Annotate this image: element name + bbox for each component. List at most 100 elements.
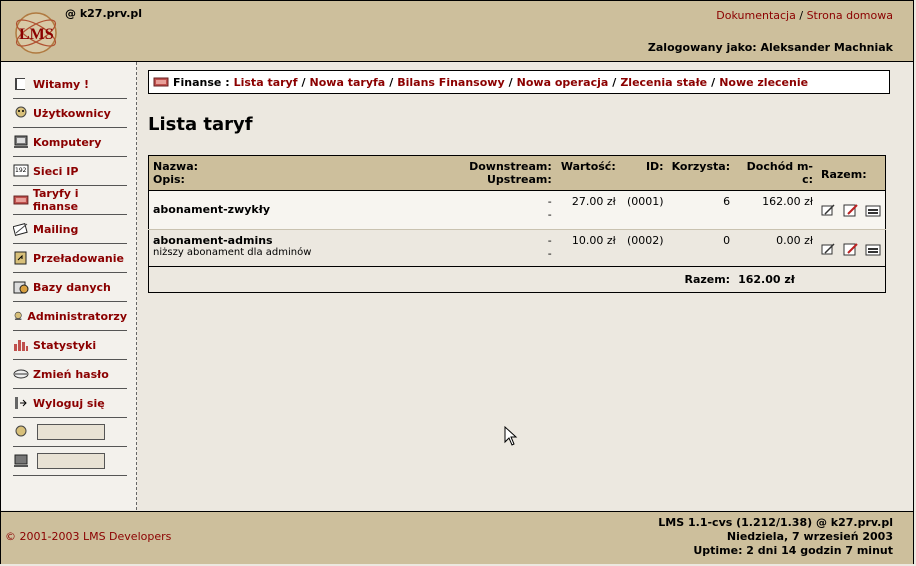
col-total-header: Razem: xyxy=(817,155,886,191)
tariff-income: 162.00 zł xyxy=(734,190,817,230)
sidebar-item-ip-networks[interactable]: 192 Sieci IP xyxy=(13,157,127,186)
host-name: @ k27.prv.pl xyxy=(65,7,143,20)
upstream-value: - xyxy=(547,208,552,221)
tariff-name: abonament-zwykły xyxy=(153,203,270,216)
edit-icon[interactable] xyxy=(843,203,859,217)
print-icon[interactable] xyxy=(865,242,881,256)
breadcrumb-standing-orders[interactable]: Zlecenia stałe xyxy=(620,76,707,89)
print-icon[interactable] xyxy=(865,203,881,217)
tariff-value: 10.00 zł xyxy=(555,229,620,267)
downstream-value: - xyxy=(547,234,552,247)
key-icon xyxy=(13,369,29,379)
system-info: LMS 1.1-cvs (1.212/1.38) @ k27.prv.pl Ni… xyxy=(658,516,893,558)
sidebar-item-mailing[interactable]: Mailing xyxy=(13,215,127,244)
tariff-desc: niższy abonament dla adminów xyxy=(153,247,312,258)
mail-icon xyxy=(13,222,28,236)
sidebar-item-computers[interactable]: Komputery xyxy=(13,128,127,157)
reload-icon xyxy=(14,251,27,265)
tariff-id: (0001) xyxy=(619,190,668,230)
col-id-header: ID: xyxy=(619,155,668,191)
stats-icon xyxy=(14,340,28,351)
version-info: LMS 1.1-cvs (1.212/1.38) @ k27.prv.pl xyxy=(658,516,893,529)
date-info: Niedziela, 7 wrzesień 2003 xyxy=(726,530,893,543)
sidebar-item-label: Przeładowanie xyxy=(33,251,124,265)
table-footer-row: Razem: 162.00 zł xyxy=(148,266,886,293)
database-icon xyxy=(13,281,29,294)
sidebar-item-administrators[interactable]: Administratorzy xyxy=(13,302,127,331)
users-icon xyxy=(15,106,27,118)
mouse-cursor-icon xyxy=(504,426,518,446)
sidebar-item-welcome[interactable]: Witamy ! xyxy=(13,70,127,99)
finance-icon xyxy=(13,195,29,205)
sidebar-item-label: Bazy danych xyxy=(33,280,111,294)
tariff-value: 27.00 zł xyxy=(555,190,620,230)
sidebar-item-label: Sieci IP xyxy=(33,164,79,178)
sidebar-item-label: Użytkownicy xyxy=(33,106,111,120)
sidebar-item-label: Wyloguj się xyxy=(33,396,105,410)
svg-text:192: 192 xyxy=(15,167,27,174)
sidebar-item-reload[interactable]: Przeładowanie xyxy=(13,244,127,273)
homepage-link[interactable]: Strona domowa xyxy=(807,9,893,22)
sidebar-item-finance[interactable]: Taryfy i finanse xyxy=(13,186,127,215)
sidebar-item-databases[interactable]: Bazy danych xyxy=(13,273,127,302)
sidebar-item-logout[interactable]: Wyloguj się xyxy=(13,389,127,418)
breadcrumb-tariff-list[interactable]: Lista taryf xyxy=(234,76,298,89)
network-icon: 192 xyxy=(13,164,29,177)
book-icon xyxy=(15,78,25,90)
computer-search-icon xyxy=(14,454,28,467)
col-users-header: Korzysta: xyxy=(667,155,735,191)
breadcrumb: Finanse : Lista taryf / Nowa taryfa / Bila… xyxy=(148,70,890,94)
copyright: © 2001-2003 LMS Developers xyxy=(5,530,172,543)
sidebar-item-label: Administratorzy xyxy=(27,309,127,323)
downstream-value: - xyxy=(547,195,552,208)
breadcrumb-new-operation[interactable]: Nowa operacja xyxy=(517,76,609,89)
top-links: Dokumentacja / Strona domowa xyxy=(716,9,893,22)
breadcrumb-new-order[interactable]: Nowe zlecenie xyxy=(719,76,808,89)
sidebar-item-statistics[interactable]: Statystyki xyxy=(13,331,127,360)
user-search-icon xyxy=(15,425,27,437)
tariff-name: abonament-admins xyxy=(153,234,273,247)
sidebar-item-label: Komputery xyxy=(33,135,102,149)
uptime-info: Uptime: 2 dni 14 godzin 7 minut xyxy=(693,544,893,557)
finance-icon xyxy=(153,77,169,87)
sidebar-item-label: Statystyki xyxy=(33,338,97,352)
col-speed-header: Downstream: Upstream: xyxy=(448,155,556,191)
breadcrumb-new-tariff[interactable]: Nowa taryfa xyxy=(310,76,386,89)
col-income-header: Dochód m-c: xyxy=(734,155,817,191)
sidebar-computer-search xyxy=(13,447,127,476)
tariff-income: 0.00 zł xyxy=(734,229,817,267)
sidebar-item-label: Zmień hasło xyxy=(33,367,109,381)
header-bar: LMS @ k27.prv.pl Dokumentacja / Strona d… xyxy=(1,1,913,62)
table-row[interactable]: abonament-zwykły - - 27.00 zł (0001) 6 1… xyxy=(148,190,886,230)
computer-search-input[interactable] xyxy=(37,453,105,469)
breadcrumb-prefix: Finanse : xyxy=(173,75,230,89)
page-title: Lista taryf xyxy=(148,114,253,135)
upstream-value: - xyxy=(547,247,552,260)
svg-text:LMS: LMS xyxy=(19,26,54,43)
tariff-users: 6 xyxy=(667,190,735,230)
info-icon[interactable] xyxy=(821,203,837,217)
edit-icon[interactable] xyxy=(843,242,859,256)
table-row[interactable]: abonament-admins niższy abonament dla ad… xyxy=(148,229,886,267)
sidebar-item-label: Mailing xyxy=(33,222,79,236)
sidebar-item-change-password[interactable]: Zmień hasło xyxy=(13,360,127,389)
sidebar-item-label: Taryfy i finanse xyxy=(32,187,79,213)
link-separator: / xyxy=(799,9,804,22)
tariff-users: 0 xyxy=(667,229,735,267)
documentation-link[interactable]: Dokumentacja xyxy=(716,9,796,22)
col-name-header: Nazwa: Opis: xyxy=(148,155,449,191)
computer-icon xyxy=(14,135,28,148)
breadcrumb-balance[interactable]: Bilans Finansowy xyxy=(397,76,504,89)
info-icon[interactable] xyxy=(821,242,837,256)
lms-logo: LMS xyxy=(15,12,57,54)
user-search-input[interactable] xyxy=(37,424,105,440)
table-header-row: Nazwa: Opis: Downstream: Upstream: Warto… xyxy=(148,155,886,191)
footer-bar: © 2001-2003 LMS Developers LMS 1.1-cvs (… xyxy=(1,511,913,564)
logout-icon xyxy=(15,397,27,409)
admin-icon xyxy=(14,311,22,320)
sidebar-item-users[interactable]: Użytkownicy xyxy=(13,99,127,128)
tariff-id: (0002) xyxy=(619,229,668,267)
col-value-header: Wartość: xyxy=(555,155,620,191)
sidebar-item-label: Witamy ! xyxy=(33,77,90,91)
main-content: Finanse : Lista taryf / Nowa taryfa / Bila… xyxy=(138,62,914,510)
